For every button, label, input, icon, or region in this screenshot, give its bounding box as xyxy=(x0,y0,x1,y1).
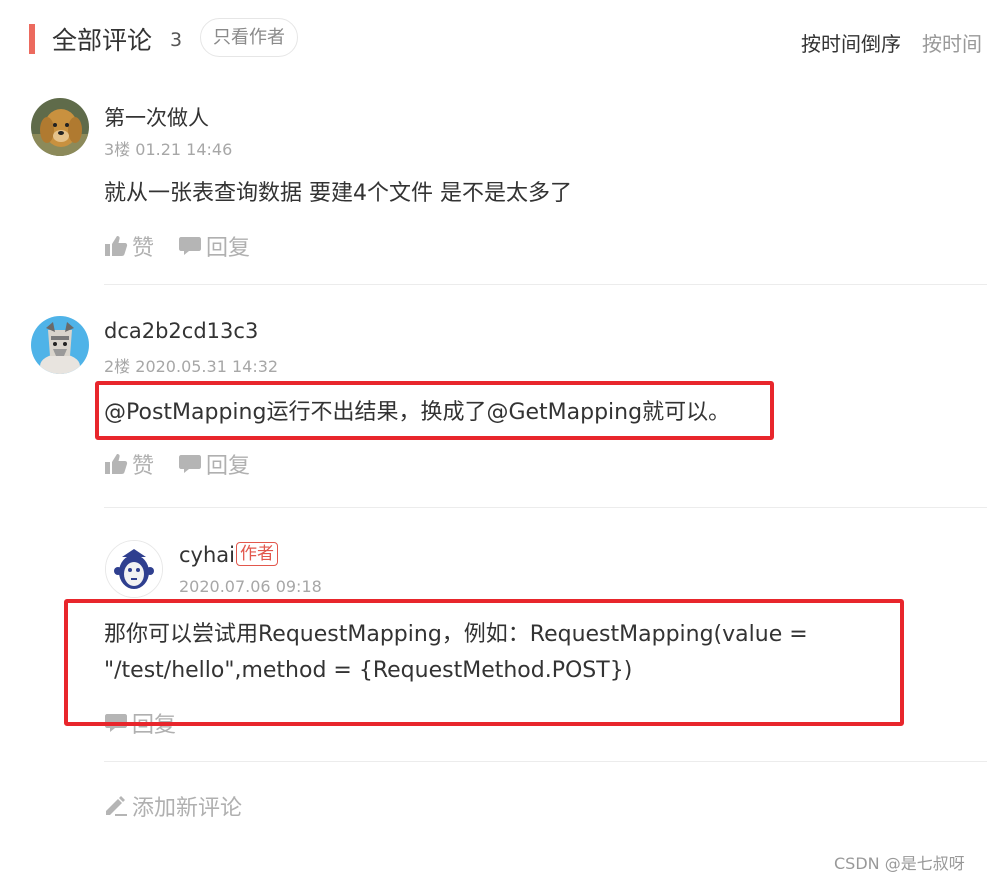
reply-button[interactable]: 回复 xyxy=(178,448,250,480)
reply-time: 2020.07.06 09:18 xyxy=(179,577,322,596)
annotation-box xyxy=(64,599,904,726)
thumbs-up-icon xyxy=(105,454,128,474)
like-button[interactable]: 赞 xyxy=(104,230,154,262)
comment-floor-time: 3楼 01.21 14:46 xyxy=(104,140,233,159)
author-only-filter-button[interactable]: 只看作者 xyxy=(200,18,298,57)
pencil-icon xyxy=(106,796,127,816)
comment-username[interactable]: dca2b2cd13c3 xyxy=(104,319,258,343)
like-label: 赞 xyxy=(132,236,155,261)
comments-count: 3 xyxy=(170,29,183,51)
avatar[interactable] xyxy=(31,316,89,374)
annotation-box xyxy=(95,381,774,440)
like-button[interactable]: 赞 xyxy=(104,448,154,480)
comment-floor-time: 2楼 2020.05.31 14:32 xyxy=(104,357,279,376)
reply-button[interactable]: 回复 xyxy=(178,230,250,262)
comments-title: 全部评论 xyxy=(52,26,153,55)
comment-username[interactable]: 第一次做人 xyxy=(104,102,209,132)
divider xyxy=(104,284,987,285)
reply-label: 回复 xyxy=(206,454,251,479)
sort-desc-tab[interactable]: 按时间倒序 xyxy=(801,28,901,57)
add-comment-label: 添加新评论 xyxy=(132,796,243,821)
divider xyxy=(104,761,987,762)
reply-label: 回复 xyxy=(206,236,251,261)
watermark: CSDN @是七叔呀 xyxy=(834,854,965,873)
add-comment-button[interactable]: 添加新评论 xyxy=(104,790,242,822)
chat-bubble-icon xyxy=(179,237,201,255)
avatar[interactable] xyxy=(31,98,89,156)
like-label: 赞 xyxy=(132,454,155,479)
comment-content: 就从一张表查询数据 要建4个文件 是不是太多了 xyxy=(104,181,572,206)
comments-header: 全部评论 3 只看作者 按时间倒序 按时间 xyxy=(0,0,987,80)
avatar[interactable] xyxy=(105,540,163,598)
sort-asc-tab[interactable]: 按时间 xyxy=(922,28,982,57)
thumbs-up-icon xyxy=(105,236,128,256)
author-badge: 作者 xyxy=(236,542,278,566)
reply-username[interactable]: cyhai xyxy=(179,543,235,567)
divider xyxy=(104,507,987,508)
accent-bar xyxy=(29,24,35,54)
chat-bubble-icon xyxy=(179,455,201,473)
